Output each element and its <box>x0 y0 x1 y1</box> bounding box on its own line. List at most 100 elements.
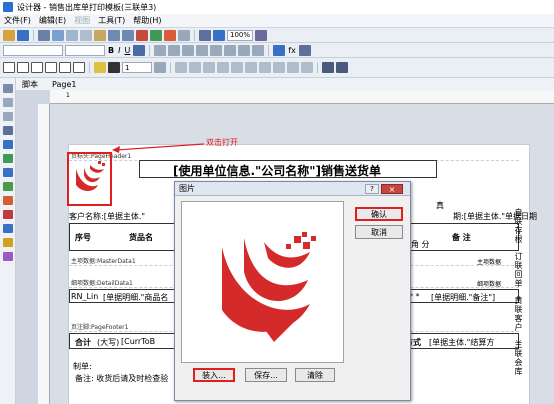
curr-field[interactable]: [CurrToB <box>121 337 155 346</box>
space-vertical-icon[interactable] <box>273 62 285 73</box>
frame-bottom-icon[interactable] <box>45 62 57 73</box>
menu-view[interactable]: 视图 <box>74 15 90 26</box>
pointer-icon[interactable] <box>3 84 13 93</box>
report-title[interactable]: [使用单位信息."公司名称"]销售送货单 <box>173 162 381 179</box>
text-tool-icon[interactable] <box>3 126 13 135</box>
note-label[interactable]: 备注: 收货后请及时检查验 <box>75 373 168 384</box>
align-center-icon[interactable] <box>168 44 181 56</box>
frame-left-icon[interactable] <box>59 62 71 73</box>
font-name-select[interactable] <box>3 44 63 56</box>
fit-icon[interactable] <box>336 62 348 73</box>
frame-top-icon[interactable] <box>31 62 43 73</box>
align-top-icon[interactable] <box>210 44 223 56</box>
justify-icon[interactable] <box>196 44 209 56</box>
grid-icon[interactable] <box>199 29 211 41</box>
cancel-button[interactable]: 取消 <box>355 225 403 239</box>
align-left-edges-icon[interactable] <box>175 62 187 73</box>
row-number[interactable]: RN_Lin <box>71 292 98 301</box>
frame-right-icon[interactable] <box>73 62 85 73</box>
align-centers-icon[interactable] <box>189 62 201 73</box>
zoom-icon[interactable] <box>213 29 225 41</box>
row-remark[interactable]: [单据明细."备注"] <box>431 292 495 303</box>
wordwrap-icon[interactable] <box>252 44 265 56</box>
menu-edit[interactable]: 编辑(E) <box>39 15 66 26</box>
preview-icon[interactable] <box>52 29 64 41</box>
exit-icon[interactable] <box>255 29 268 41</box>
align-tops-icon[interactable] <box>231 62 243 73</box>
function-button[interactable]: fx <box>287 46 297 55</box>
amount-words-label[interactable]: (大写) <box>97 337 119 348</box>
underline-button[interactable]: U <box>123 46 131 55</box>
subreport-tool-icon[interactable] <box>3 168 13 177</box>
maker-label[interactable]: 制单: <box>73 361 92 372</box>
frame-all-icon[interactable] <box>17 62 29 73</box>
tab-page1[interactable]: Page1 <box>52 80 76 89</box>
copy-icon[interactable] <box>80 29 92 41</box>
align-right-icon[interactable] <box>182 44 195 56</box>
paste-icon[interactable] <box>94 29 106 41</box>
undo-icon[interactable] <box>108 29 120 41</box>
picture-tool-icon[interactable] <box>3 154 13 163</box>
print-icon[interactable] <box>38 29 50 41</box>
barcode-tool-icon[interactable] <box>3 224 13 233</box>
open-icon[interactable] <box>3 29 15 41</box>
align-bottoms-icon[interactable] <box>259 62 271 73</box>
col-remark[interactable]: 备 注 <box>452 232 471 243</box>
col-seq[interactable]: 序号 <box>75 232 91 243</box>
menu-help[interactable]: 帮助(H) <box>133 15 161 26</box>
tab-script[interactable]: 脚本 <box>22 79 38 90</box>
save-icon[interactable] <box>17 29 29 41</box>
same-width-icon[interactable] <box>287 62 299 73</box>
load-button[interactable]: 装入... <box>193 368 235 382</box>
fax-fragment[interactable]: 真 <box>436 200 444 211</box>
clear-button[interactable]: 清除 <box>295 368 335 382</box>
band-icon[interactable] <box>150 29 162 41</box>
col-product[interactable]: 货品名 <box>129 232 153 243</box>
same-height-icon[interactable] <box>301 62 313 73</box>
col-jiaofen[interactable]: 角 分 <box>411 239 430 250</box>
line-tool-icon[interactable] <box>3 182 13 191</box>
dialog-close-button[interactable]: × <box>381 184 403 194</box>
insert-icon[interactable] <box>136 29 148 41</box>
dialog-help-button[interactable]: ? <box>365 184 379 194</box>
line-style-icon[interactable] <box>154 62 166 73</box>
align-bottom-icon[interactable] <box>238 44 251 56</box>
row-product[interactable]: [单据明细."商品名 <box>103 292 168 303</box>
total-label[interactable]: 合计 <box>75 337 91 348</box>
page-icon[interactable] <box>178 29 190 41</box>
italic-button[interactable]: I <box>117 46 121 55</box>
cut-icon[interactable] <box>66 29 78 41</box>
space-horizontal-icon[interactable] <box>217 62 229 73</box>
settle-field[interactable]: [单据主体."结算方 <box>429 337 494 348</box>
checkbox-tool-icon[interactable] <box>3 238 13 247</box>
delete-icon[interactable] <box>164 29 176 41</box>
properties-icon[interactable] <box>273 44 286 56</box>
zoom-tool-icon[interactable] <box>3 112 13 121</box>
fill-color-icon[interactable] <box>94 62 106 73</box>
hand-icon[interactable] <box>3 98 13 107</box>
align-right-edges-icon[interactable] <box>203 62 215 73</box>
line-width-select[interactable]: 1 <box>122 62 152 73</box>
chart-tool-icon[interactable] <box>3 210 13 219</box>
report-logo[interactable] <box>72 159 108 199</box>
font-size-select[interactable] <box>65 44 105 56</box>
ok-button[interactable]: 确认 <box>355 207 403 221</box>
menu-tools[interactable]: 工具(T) <box>98 15 125 26</box>
zoom-select[interactable]: 100% <box>227 29 254 41</box>
bold-button[interactable]: B <box>107 46 115 55</box>
format-icon[interactable] <box>298 44 311 56</box>
save-picture-button[interactable]: 保存... <box>245 368 287 382</box>
customer-label[interactable]: 客户名称:[单据主体." <box>69 211 145 222</box>
font-color-icon[interactable] <box>133 44 146 56</box>
shape-tool-icon[interactable] <box>3 196 13 205</box>
align-middles-icon[interactable] <box>245 62 257 73</box>
chart-icon[interactable] <box>322 62 334 73</box>
menu-file[interactable]: 文件(F) <box>4 15 31 26</box>
line-color-icon[interactable] <box>108 62 120 73</box>
align-middle-icon[interactable] <box>224 44 237 56</box>
band-tool-icon[interactable] <box>3 140 13 149</box>
redo-icon[interactable] <box>122 29 134 41</box>
align-left-icon[interactable] <box>154 44 167 56</box>
richtext-tool-icon[interactable] <box>3 252 13 261</box>
frame-none-icon[interactable] <box>3 62 15 73</box>
